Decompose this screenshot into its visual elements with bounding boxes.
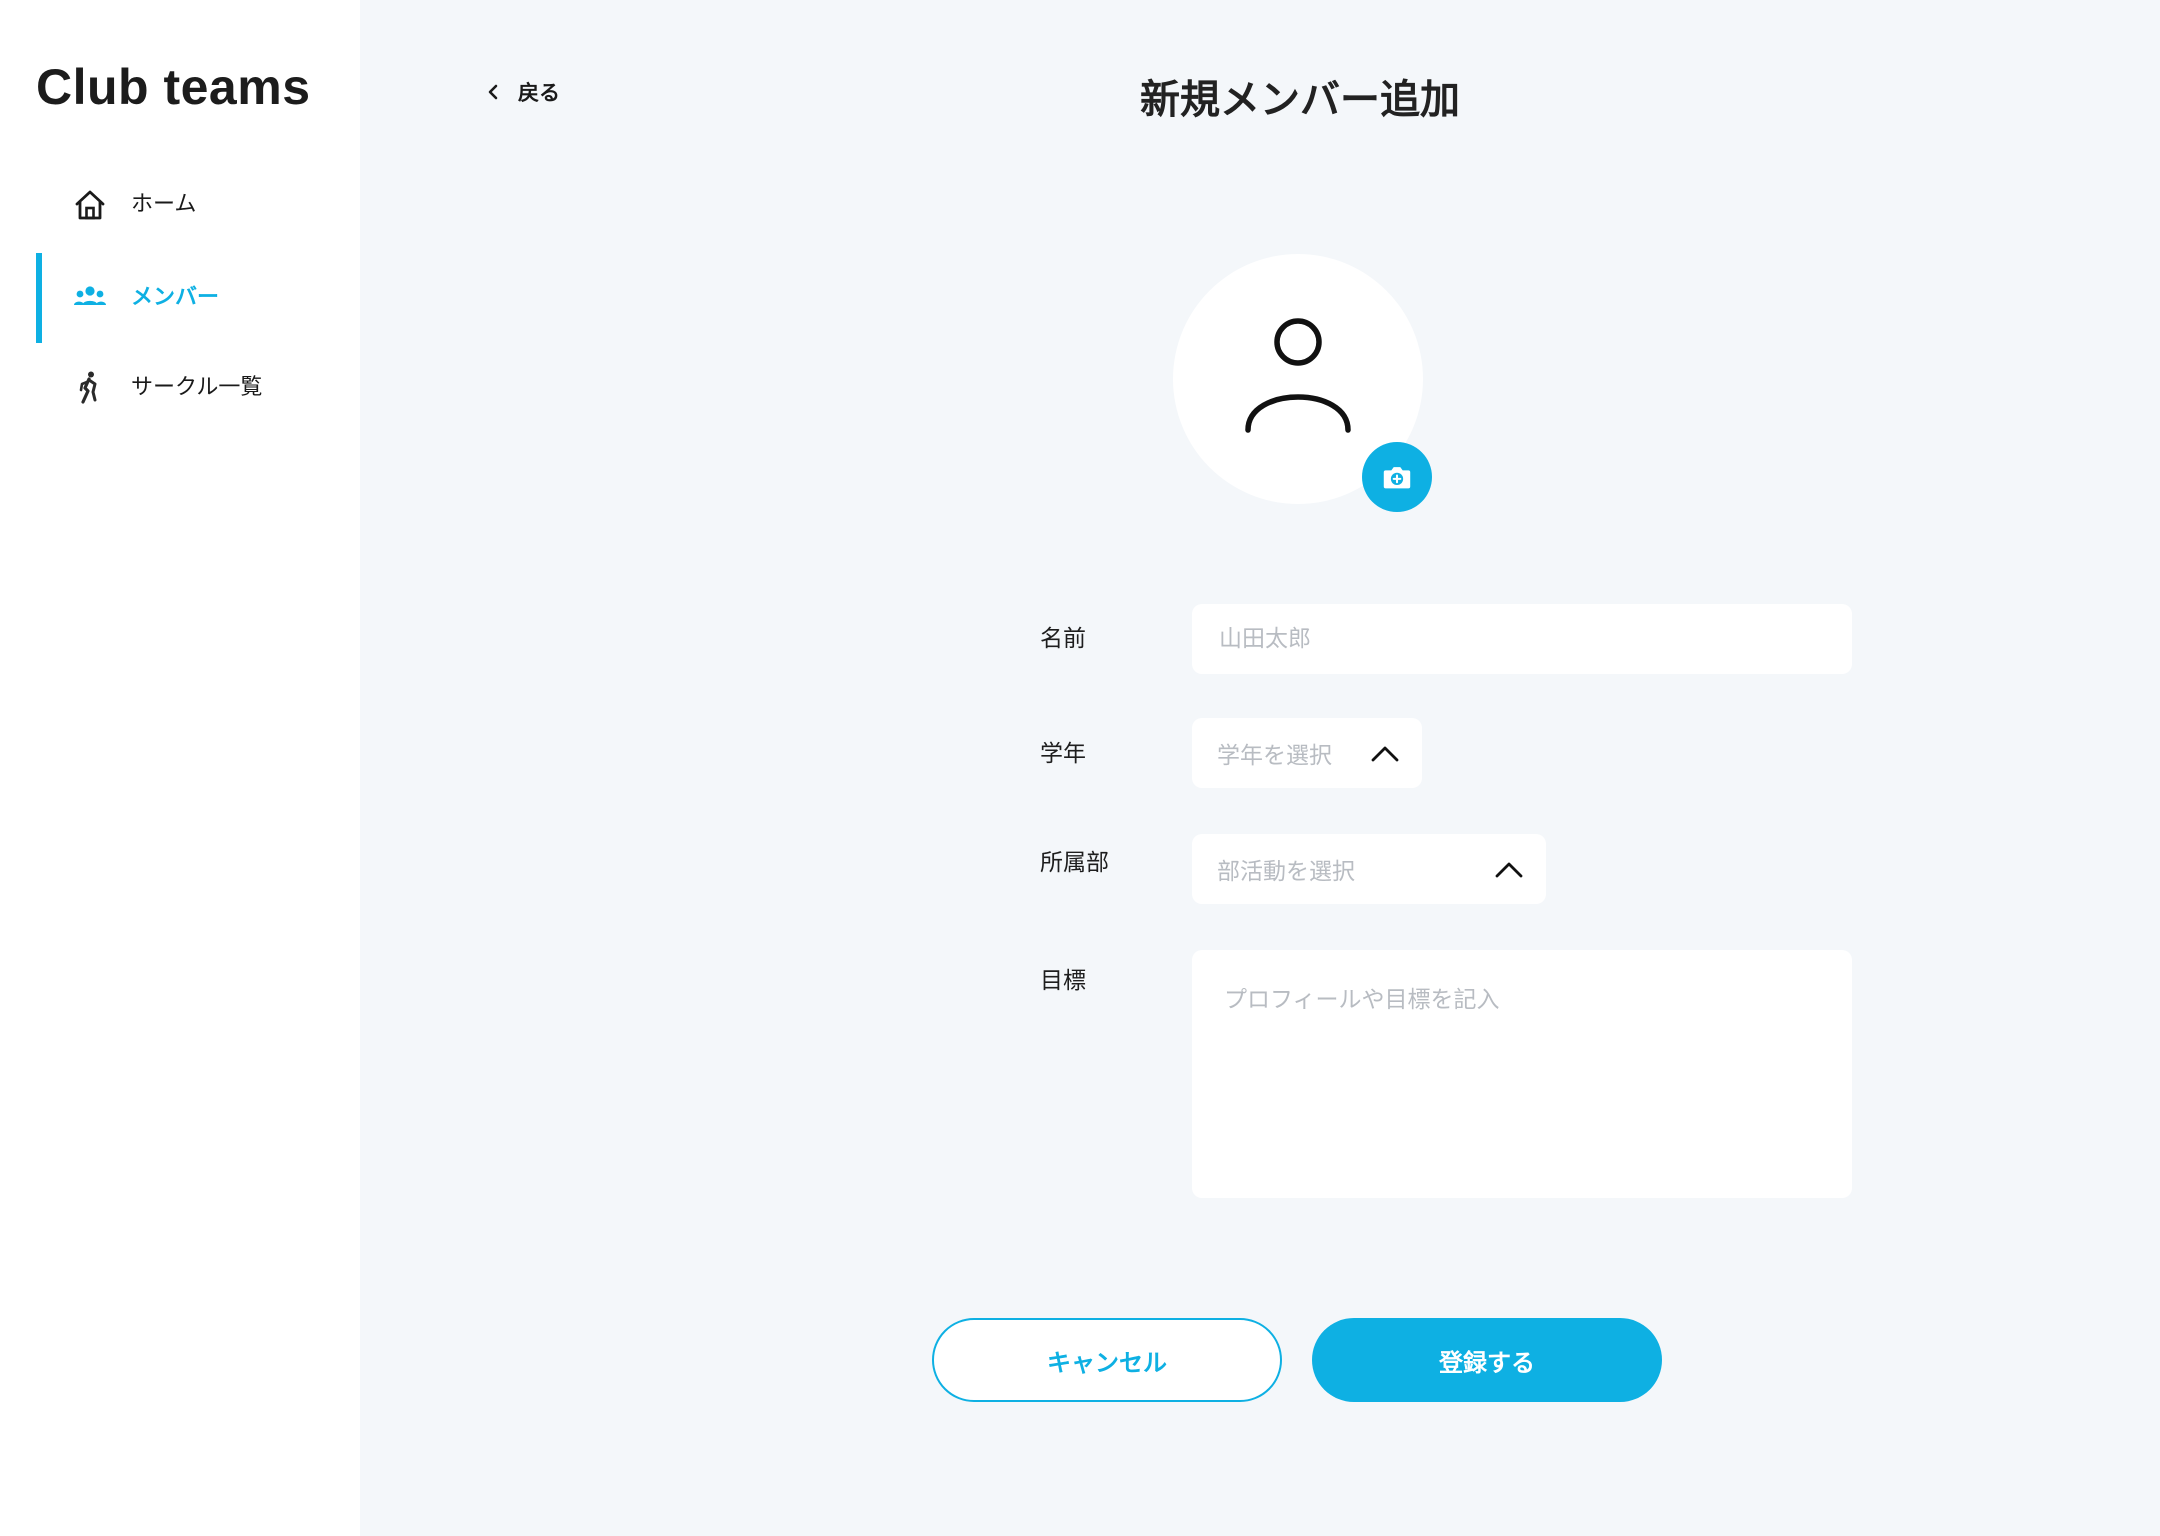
back-button[interactable]: 戻る [480, 72, 560, 112]
grade-label: 学年 [1040, 741, 1086, 767]
group-icon [74, 286, 106, 305]
chevron-up-icon [1495, 862, 1523, 878]
grade-select[interactable]: 学年を選択 [1192, 718, 1422, 788]
chevron-left-icon [480, 78, 508, 106]
back-label: 戻る [518, 81, 560, 105]
sidebar-item-circles[interactable]: サークル一覧 [36, 343, 336, 433]
cancel-button[interactable]: キャンセル [932, 1318, 1282, 1402]
sidebar-item-label: ホーム [131, 192, 197, 217]
goal-textarea[interactable] [1222, 978, 1826, 1174]
club-label: 所属部 [1040, 850, 1109, 876]
chevron-up-icon [1371, 746, 1399, 762]
goal-label: 目標 [1040, 968, 1086, 994]
grade-select-value: 学年を選択 [1217, 743, 1332, 769]
sidebar: Club teams ホーム メンバー サークル一覧 [0, 0, 360, 1536]
runner-icon [79, 371, 97, 404]
active-indicator [36, 253, 42, 343]
club-select[interactable]: 部活動を選択 [1192, 834, 1546, 904]
submit-button[interactable]: 登録する [1312, 1318, 1662, 1402]
sidebar-item-members[interactable]: メンバー [36, 253, 336, 343]
name-input[interactable] [1217, 625, 1827, 653]
app-title: Club teams [36, 59, 311, 115]
sidebar-item-home[interactable]: ホーム [36, 160, 336, 250]
goal-field[interactable] [1192, 950, 1852, 1198]
person-icon [1245, 318, 1351, 433]
home-icon [75, 190, 105, 220]
club-select-value: 部活動を選択 [1217, 859, 1355, 885]
sidebar-item-label: サークル一覧 [131, 375, 263, 400]
name-label: 名前 [1040, 626, 1086, 652]
page-title: 新規メンバー追加 [1140, 77, 1460, 123]
name-field[interactable] [1192, 604, 1852, 674]
camera-add-icon [1383, 467, 1411, 489]
upload-photo-button[interactable] [1362, 442, 1432, 512]
sidebar-item-label: メンバー [131, 285, 220, 310]
